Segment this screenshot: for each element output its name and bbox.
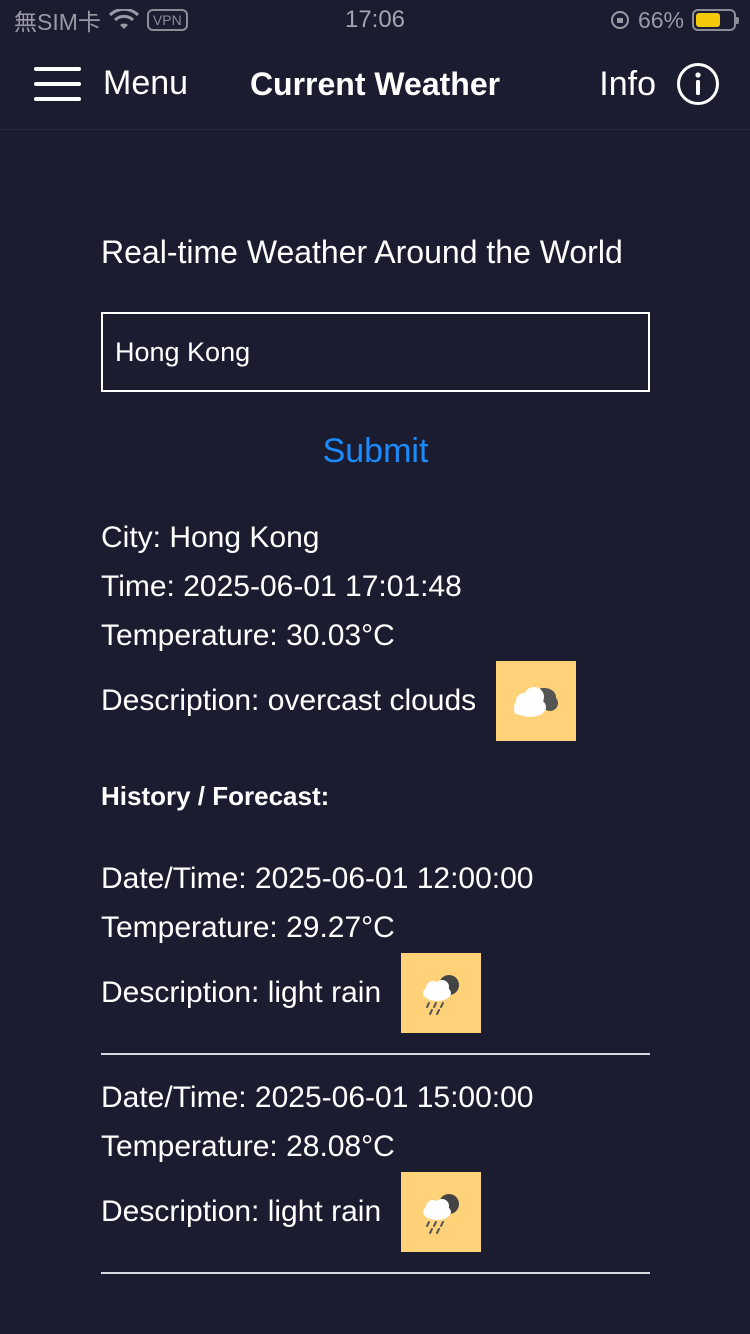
forecast-description-row: Description: light rain [101, 953, 650, 1033]
history-forecast-title: History / Forecast: [101, 781, 330, 811]
current-temperature: Temperature: 30.03°C [101, 619, 395, 652]
forecast-description-row: Description: light rain [101, 1172, 650, 1252]
forecast-datetime: Date/Time: 2025-06-01 12:00:00 [101, 862, 534, 895]
forecast-description: Description: light rain [101, 1195, 382, 1228]
city-input[interactable] [101, 312, 650, 392]
overcast-clouds-icon [496, 661, 577, 741]
main-content: Real-time Weather Around the World Submi… [101, 230, 650, 1292]
status-bar: 無SIM卡 VPN 17:06 66% [0, 0, 750, 40]
headline: Real-time Weather Around the World [101, 234, 623, 270]
current-description-row: Description: overcast clouds [101, 661, 650, 741]
info-button[interactable]: Info [599, 62, 720, 106]
forecast-item: Date/Time: 2025-06-01 15:00:00 Temperatu… [101, 1073, 650, 1274]
current-weather: City: Hong Kong Time: 2025-06-01 17:01:4… [101, 513, 650, 741]
info-icon [677, 63, 719, 105]
weather-screen: 無SIM卡 VPN 17:06 66% Menu Current Weather… [0, 0, 750, 1334]
light-rain-icon [401, 953, 482, 1033]
status-left: 無SIM卡 VPN [14, 3, 188, 37]
battery-percent: 66% [637, 6, 684, 33]
forecast-description: Description: light rain [101, 976, 382, 1009]
forecast-temperature: Temperature: 29.27°C [101, 911, 395, 944]
forecast-list: Date/Time: 2025-06-01 12:00:00 Temperatu… [101, 854, 650, 1274]
nav-bar: Menu Current Weather Info [0, 40, 750, 130]
current-time: Time: 2025-06-01 17:01:48 [101, 570, 462, 603]
light-rain-icon [401, 1172, 482, 1252]
info-label: Info [599, 64, 656, 103]
carrier-label: 無SIM卡 [14, 9, 101, 35]
wifi-icon [108, 9, 139, 29]
current-city: City: Hong Kong [101, 521, 320, 554]
orientation-lock-icon [610, 11, 629, 29]
submit-button[interactable]: Submit [101, 432, 650, 471]
battery-icon [692, 9, 739, 31]
current-description: Description: overcast clouds [101, 684, 477, 717]
vpn-badge: VPN [146, 9, 188, 31]
battery-fill [696, 13, 720, 27]
forecast-datetime: Date/Time: 2025-06-01 15:00:00 [101, 1081, 534, 1114]
status-right: 66% [610, 6, 739, 34]
forecast-temperature: Temperature: 28.08°C [101, 1130, 395, 1163]
forecast-item: Date/Time: 2025-06-01 12:00:00 Temperatu… [101, 854, 650, 1055]
